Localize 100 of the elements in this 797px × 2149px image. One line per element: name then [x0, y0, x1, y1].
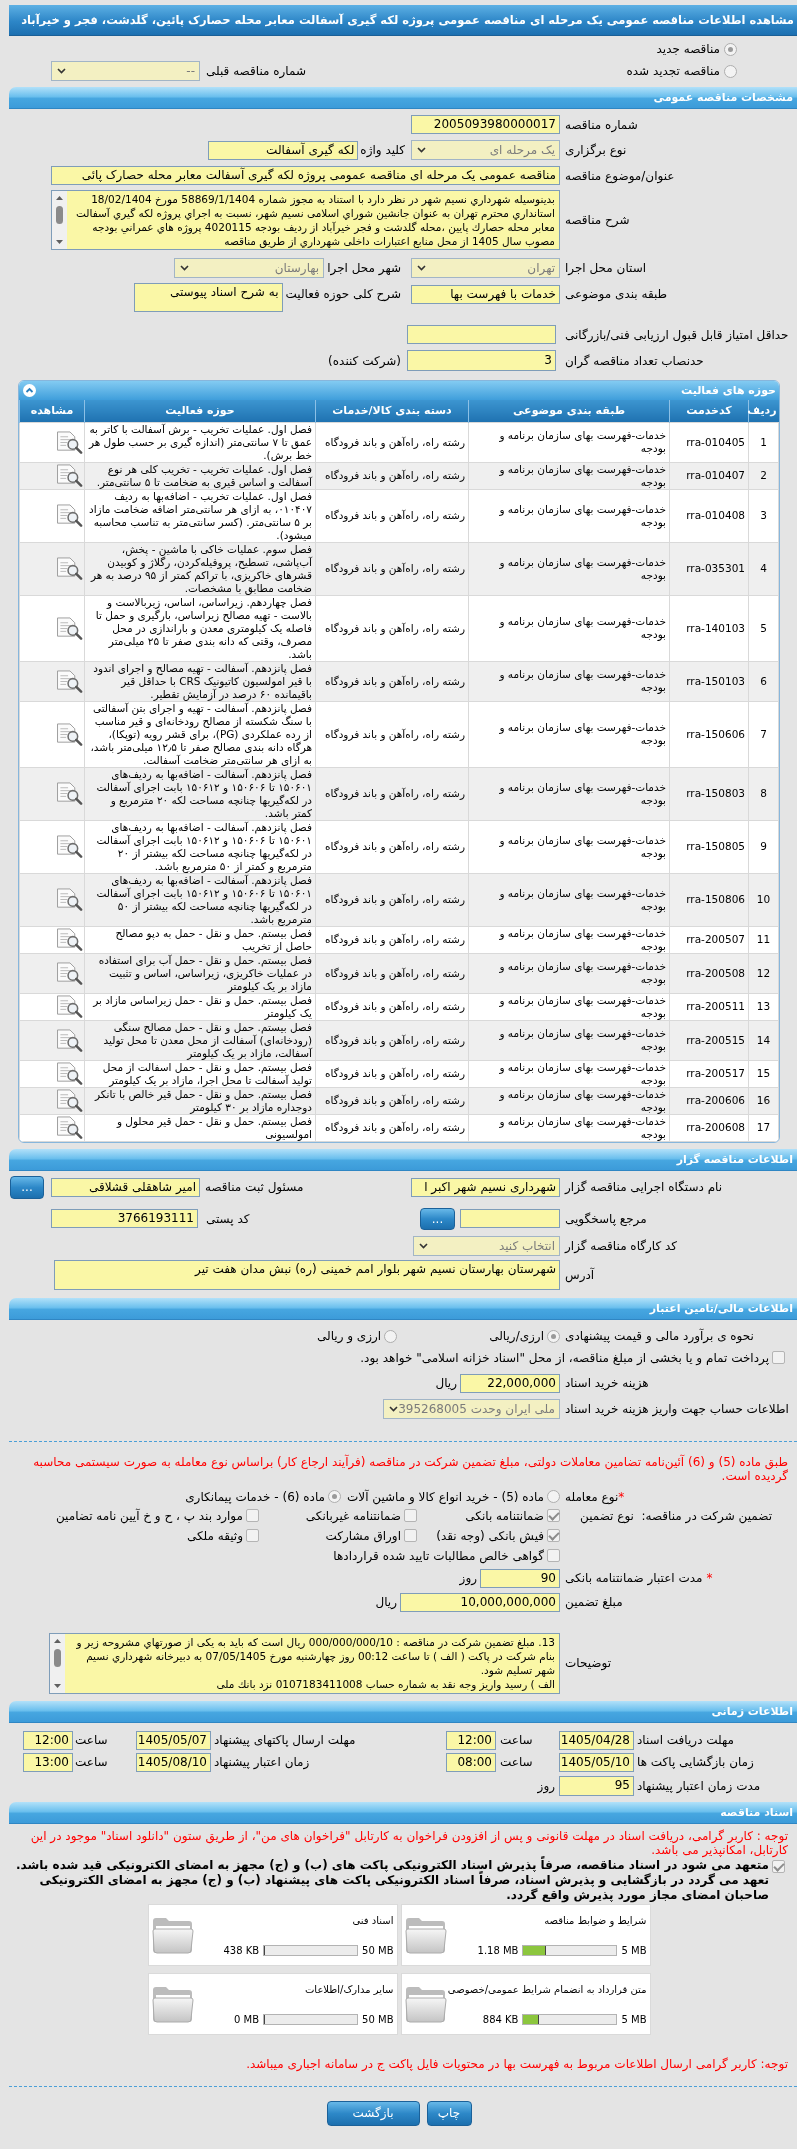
- input-field[interactable]: 1405/05/10: [559, 1752, 634, 1772]
- document-search-icon[interactable]: [56, 557, 83, 580]
- checkbox[interactable]: [246, 1529, 259, 1542]
- table-cell: خدمات-فهرست بهای سازمان برنامه و بودجه: [468, 542, 670, 595]
- input-field[interactable]: 1405/05/07: [136, 1730, 211, 1750]
- field-label: کد کارگاه مناقصه گزار: [565, 1238, 678, 1253]
- back-button[interactable]: بازگشت: [326, 2100, 420, 2126]
- more-button[interactable]: ...: [420, 1207, 455, 1230]
- document-search-icon[interactable]: [56, 782, 83, 805]
- text-area[interactable]: 13. مبلغ تضمین شرکت در مناقصه : 000/000/000/10 ریال است که باید به یکی از صورتهاي مشروحه زیر و بنام شرکت در پاکت ( الف ) تا ساعت 00:12 روز چهارشنبه مورخ 07/05/1405 به دبیرخانه شهرداري نسیم شهر تسلیم شود. الف ) رسید واریز وجه نقد به شماره حساب 0107183411008 نزد بانك ملی: [49, 1632, 560, 1694]
- document-search-icon[interactable]: [56, 1089, 83, 1112]
- collapse-icon[interactable]: [23, 384, 36, 397]
- option-label: پرداخت تمام و یا بخشی از مبلغ مناقصه، از محل "اسناد خزانه اسلامی" خواهد بود.: [360, 1350, 769, 1365]
- document-search-icon[interactable]: [56, 616, 83, 640]
- checkbox[interactable]: [404, 1509, 417, 1522]
- document-search-icon[interactable]: [56, 995, 83, 1018]
- notice-text: توجه: کاربر گرامی ارسال اطلاعات مربوط به فهرست بها در محتویات فایل پاکت ج در سامانه اجباری میباشد.: [245, 2056, 789, 2071]
- radio-button[interactable]: [328, 1490, 341, 1503]
- table-cell: رشته راه، راه‌آهن و باند فرودگاه: [315, 820, 469, 873]
- input-field[interactable]: 22,000,000: [460, 1373, 560, 1393]
- document-search-icon[interactable]: [56, 722, 83, 746]
- input-field[interactable]: به شرح اسناد پیوستی: [133, 283, 283, 312]
- table-cell: rra-200511: [669, 993, 749, 1020]
- radio-button[interactable]: [547, 1490, 560, 1503]
- field-label: نوع معامله: [565, 1489, 619, 1504]
- table-cell: rra-150806: [669, 873, 749, 926]
- input-field[interactable]: 3: [407, 350, 556, 371]
- document-search-icon[interactable]: [56, 669, 83, 693]
- print-button[interactable]: چاپ: [426, 2100, 472, 2126]
- document-search-icon[interactable]: [56, 835, 83, 858]
- table-cell: rra-200517: [669, 1060, 749, 1087]
- checkbox[interactable]: [246, 1509, 259, 1522]
- radio-button[interactable]: [384, 1329, 398, 1343]
- input-field[interactable]: مناقصه عمومی یک مرحله ای مناقصه عمومی پروژه لکه گیری آسفالت معابر محله حصارک پائی: [51, 166, 560, 185]
- field-label: آدرس: [565, 1267, 595, 1282]
- input-field[interactable]: [460, 1209, 560, 1228]
- input-field[interactable]: امیر شاهقلی قشلاقی: [51, 1177, 200, 1197]
- option-label: ضمانتنامه غیربانکی: [305, 1508, 401, 1523]
- input-field[interactable]: 95: [559, 1775, 634, 1796]
- table-cell: 10: [748, 873, 779, 926]
- field-label: هزینه خرید اسناد: [565, 1376, 649, 1390]
- field-label: اطلاعات حساب جهت واریز هزینه خرید اسناد: [565, 1401, 789, 1416]
- checkbox[interactable]: [547, 1549, 560, 1562]
- option-label: موارد بند پ ، ح و خ آیین نامه تضامین: [55, 1508, 243, 1523]
- input-field[interactable]: [407, 325, 556, 344]
- table-cell: rra-150103: [669, 661, 749, 701]
- document-search-icon[interactable]: [56, 430, 83, 454]
- dropdown[interactable]: تهران: [411, 258, 560, 278]
- input-field[interactable]: 10,000,000,000: [400, 1592, 560, 1612]
- table-cell: فصل بیستم. حمل و نقل - حمل زیراساس مازاد بر یک کیلومتر: [84, 993, 316, 1020]
- unit-label: ریال: [435, 1376, 457, 1390]
- input-field[interactable]: 90: [480, 1568, 560, 1588]
- dropdown[interactable]: ملی ایران وحدت 395268005: [383, 1398, 560, 1419]
- input-field[interactable]: لکه گیری آسفالت: [208, 140, 359, 160]
- document-search-icon[interactable]: [56, 888, 83, 911]
- input-field[interactable]: خدمات با فهرست بها: [411, 285, 560, 304]
- checkbox[interactable]: [547, 1509, 560, 1522]
- table-cell: خدمات-فهرست بهای سازمان برنامه و بودجه: [468, 953, 670, 993]
- input-field[interactable]: شهرداری نسیم شهر اکبر ا: [411, 1177, 560, 1197]
- option-label: ماده (5) - خرید انواع کالا و ماشین آلات: [347, 1489, 544, 1504]
- document-search-icon[interactable]: [56, 504, 83, 527]
- dropdown[interactable]: بهارستان: [174, 258, 325, 278]
- input-field[interactable]: 1405/04/28: [559, 1730, 634, 1750]
- checkbox[interactable]: [547, 1529, 560, 1542]
- more-button[interactable]: ...: [10, 1175, 44, 1199]
- input-field[interactable]: 1405/08/10: [136, 1752, 211, 1772]
- table-cell: خدمات-فهرست بهای سازمان برنامه و بودجه: [468, 993, 670, 1020]
- field-label: مدت زمان اعتبار پیشنهاد: [637, 1778, 761, 1793]
- document-search-icon[interactable]: [56, 1028, 83, 1052]
- input-field[interactable]: 2005093980000017: [411, 115, 560, 134]
- document-search-icon[interactable]: [56, 1062, 83, 1085]
- unit-label: (شرکت کننده): [328, 353, 401, 368]
- field-label: شرح کلی حوزه فعالیت: [285, 287, 401, 301]
- input-field[interactable]: 13:00: [23, 1752, 73, 1772]
- radio-button[interactable]: [724, 64, 737, 78]
- input-field[interactable]: 3766193111: [51, 1209, 198, 1228]
- table-cell: rra-035301: [669, 542, 749, 595]
- input-field[interactable]: 12:00: [23, 1730, 73, 1750]
- scrollbar[interactable]: [50, 1633, 65, 1693]
- text-area[interactable]: بدینوسیله شهرداري نسیم شهر در نظر دارد با استناد به مجوز شماره 58869/1/1404 مورخ 18/02/1404 استانداري محترم تهران به عنوان جانشین شوراي اسلامی نسیم شهر، نسبت به اجراي پروژه لکه گیري آسفالت معابر محله حصارك پایین ،محله گلدشت و فجر خیرآباد از ردیف بودجه 4020115 پروژه هاي عمراني بودجه مصوب سال 1405 از محل منابع اعتبارات داخلی شهرداري از طریق مناقصه: [51, 190, 560, 250]
- table-cell: فصل پانزدهم. آسفالت - اضافه‌بها به ردیف‌های ۱۵۰۶۰۱ تا ۱۵۰۶۰۶ و ۱۵۰۶۱۲ بابت اجرای آسفالت در لکه‌گیریها چنانچه مساحت لکه بیشتر از ۵۰ مترمربع باشد.: [84, 873, 316, 926]
- dropdown[interactable]: انتخاب کنید: [413, 1235, 560, 1256]
- dropdown[interactable]: یک مرحله ای: [411, 140, 560, 160]
- scrollbar[interactable]: [52, 191, 67, 249]
- field-label: زمان بازگشایی پاکت ها: [637, 1755, 754, 1769]
- document-search-icon[interactable]: [56, 928, 83, 951]
- table-cell: فصل پانزدهم. آسفالت - تهیه مصالح و اجرای اندود با قیر امولسیون کاتیونیک CRS با حداقل قیر باقیمانده ۶۰ درصد در آزمایش تقطیر.: [84, 661, 316, 701]
- radio-button[interactable]: [547, 1329, 560, 1343]
- input-field[interactable]: شهرستان بهارستان نسیم شهر بلوار امم خمینی (ره) نبش مدان هفت تیر: [54, 1259, 560, 1290]
- checkbox[interactable]: [772, 1351, 785, 1364]
- document-search-icon[interactable]: [56, 464, 83, 487]
- checkbox[interactable]: [404, 1529, 417, 1542]
- document-search-icon[interactable]: [56, 961, 83, 985]
- document-search-icon[interactable]: [56, 1116, 83, 1139]
- dropdown[interactable]: --: [51, 61, 200, 81]
- radio-button[interactable]: [724, 42, 737, 56]
- input-field[interactable]: 12:00: [446, 1730, 496, 1750]
- field-label: نوع تضمین: [580, 1508, 634, 1523]
- input-field[interactable]: 08:00: [446, 1752, 496, 1772]
- checkbox[interactable]: [772, 1859, 785, 1873]
